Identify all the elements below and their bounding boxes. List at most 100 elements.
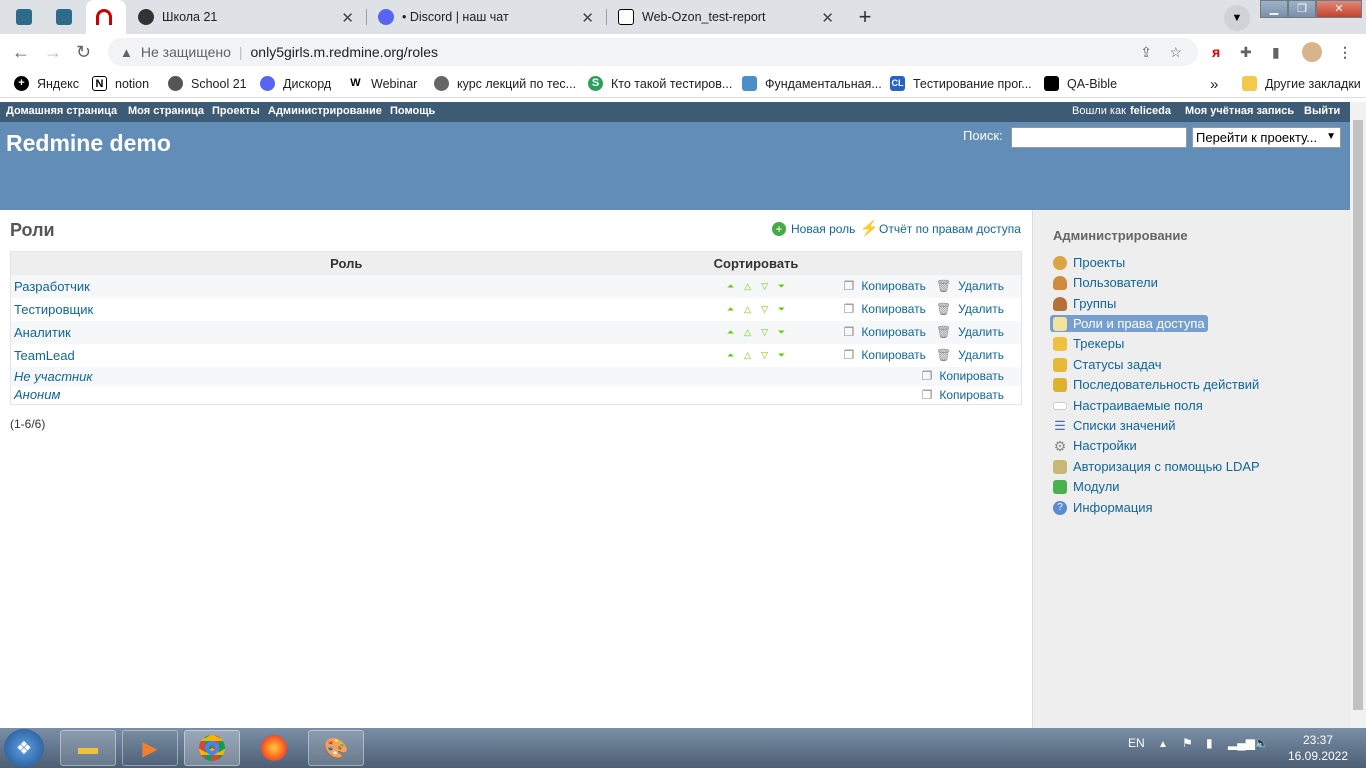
project-jump-select[interactable]: Перейти к проекту... ▼ [1192,127,1341,148]
menu-my-page[interactable]: Моя страница [128,105,204,117]
sidebar-item-settings[interactable]: ⚙ Настройки [1053,438,1137,453]
bookmarks-overflow-button[interactable]: » [1210,76,1218,93]
bookmark-fundamental[interactable]: Фундаментальная... [742,76,882,91]
close-window-button[interactable]: ✕ [1316,0,1362,18]
tab-redmine-1[interactable] [6,0,44,34]
role-link[interactable]: Тестировщик [14,302,93,317]
bookmark-discord[interactable]: Дискорд [260,76,331,91]
site-title[interactable]: Redmine demo [6,130,171,157]
menu-administration[interactable]: Администрирование [268,105,382,117]
move-top-icon[interactable]: ⏶ [726,304,736,315]
minimize-button[interactable]: ▁ [1260,0,1288,18]
role-link[interactable]: Не участник [14,369,93,384]
move-up-icon[interactable]: △ [743,281,753,292]
extensions-puzzle-icon[interactable]: ✚ [1240,44,1252,61]
sidebar-item-groups[interactable]: Группы [1053,296,1116,311]
menu-home[interactable]: Домашняя страница [6,105,117,117]
firefox-taskbar-button[interactable] [246,730,302,766]
copy-button[interactable]: ❐ Копировать [922,388,1004,402]
delete-button[interactable]: 🗑 Удалить [936,302,1004,316]
volume-icon[interactable]: 🔈 [1254,736,1269,750]
menu-my-account[interactable]: Моя учётная запись [1185,105,1294,117]
close-icon[interactable]: ✕ [821,9,834,27]
back-arrow-icon[interactable]: ← [12,42,30,63]
bookmark-tester[interactable]: S Кто такой тестиров... [588,76,732,91]
move-bottom-icon[interactable]: ⏷ [777,327,787,338]
delete-button[interactable]: 🗑 Удалить [936,348,1004,362]
bookmark-testing[interactable]: CL Тестирование прог... [890,76,1032,91]
move-top-icon[interactable]: ⏶ [726,281,736,292]
move-down-icon[interactable]: ▽ [760,304,770,315]
sidebar-item-custom-fields[interactable]: Настраиваемые поля [1053,398,1203,413]
copy-button[interactable]: ❐ Копировать [922,369,1004,383]
tab-search-chevron-icon[interactable]: ▼ [1224,5,1250,31]
tab-redmine-active[interactable] [86,0,126,34]
copy-button[interactable]: ❐ Копировать [844,302,926,316]
bookmark-notion[interactable]: Nnotion [92,76,149,91]
reload-icon[interactable]: ↻ [76,42,91,63]
network-icon[interactable]: ▂▄▆ [1228,736,1255,750]
sidebar-item-roles[interactable]: Роли и права доступа [1050,315,1208,332]
bookmark-webinar[interactable]: W Webinar [348,76,417,91]
close-icon[interactable]: ✕ [341,9,354,27]
chrome-taskbar-button[interactable] [184,730,240,766]
sidebar-item-users[interactable]: Пользователи [1053,275,1158,290]
logged-user-link[interactable]: feliceda [1130,105,1171,117]
permissions-report-link[interactable]: ⚡ Отчёт по правам доступа [860,221,1021,236]
copy-button[interactable]: ❐ Копировать [844,348,926,362]
role-link[interactable]: Аноним [14,387,60,402]
profile-avatar-icon[interactable] [1302,42,1322,62]
battery-icon[interactable]: ▮ [1206,736,1213,750]
maximize-button[interactable]: ❐ [1288,0,1316,18]
sidebar-item-enumerations[interactable]: ☰ Списки значений [1053,418,1175,433]
delete-button[interactable]: 🗑 Удалить [936,279,1004,293]
sidebar-item-workflow[interactable]: Последовательность действий [1053,377,1259,392]
new-tab-button[interactable]: + [852,5,878,31]
move-down-icon[interactable]: ▽ [760,281,770,292]
menu-logout[interactable]: Выйти [1304,105,1340,117]
move-down-icon[interactable]: ▽ [760,350,770,361]
move-up-icon[interactable]: △ [743,304,753,315]
other-bookmarks-button[interactable]: Другие закладки [1242,76,1361,91]
menu-projects[interactable]: Проекты [212,105,260,117]
menu-help[interactable]: Помощь [390,105,435,117]
menu-dots-icon[interactable]: ⋮ [1338,44,1352,61]
move-top-icon[interactable]: ⏶ [726,350,736,361]
role-link[interactable]: Разработчик [14,279,90,294]
yandex-extension-icon[interactable]: я [1212,44,1220,60]
sidebar-item-ldap[interactable]: Авторизация с помощью LDAP [1053,459,1260,474]
share-icon[interactable]: ⇪ [1140,44,1152,61]
start-button[interactable]: ❖ [4,729,44,767]
bookmark-star-icon[interactable]: ☆ [1169,44,1182,61]
move-up-icon[interactable]: △ [743,327,753,338]
system-clock[interactable]: 23:37 16.09.2022 [1278,732,1358,764]
explorer-taskbar-button[interactable]: ▬ [60,730,116,766]
bookmark-qa-bible[interactable]: QA-Bible [1044,76,1117,91]
copy-button[interactable]: ❐ Копировать [844,279,926,293]
tab-notion[interactable]: Web-Ozon_test-report ✕ [608,0,844,34]
move-bottom-icon[interactable]: ⏷ [777,350,787,361]
show-hidden-icons-icon[interactable]: ▲ [1158,739,1168,750]
paint-taskbar-button[interactable]: 🎨 [308,730,364,766]
sidebar-item-issue-statuses[interactable]: Статусы задач [1053,357,1162,372]
action-center-icon[interactable]: ⚑ [1182,736,1193,750]
role-link[interactable]: TeamLead [14,348,75,363]
bookmark-school21[interactable]: School 21 [168,76,247,91]
side-panel-icon[interactable]: ▮ [1272,44,1280,61]
scrollbar-thumb[interactable] [1353,120,1363,710]
search-input[interactable] [1011,127,1187,148]
sidebar-item-info[interactable]: ? Информация [1053,500,1153,515]
media-player-taskbar-button[interactable]: ▶ [122,730,178,766]
bookmark-yandex[interactable]: + Яндекс [14,76,79,91]
move-up-icon[interactable]: △ [743,350,753,361]
move-bottom-icon[interactable]: ⏷ [777,281,787,292]
copy-button[interactable]: ❐ Копировать [844,325,926,339]
move-bottom-icon[interactable]: ⏷ [777,304,787,315]
tab-redmine-2[interactable] [46,0,84,34]
language-indicator[interactable]: EN [1128,736,1145,750]
address-bar[interactable]: ▲ Не защищено | only5girls.m.redmine.org… [108,38,1198,66]
sidebar-item-projects[interactable]: Проекты [1053,255,1125,270]
page-scrollbar[interactable] [1350,102,1366,728]
tab-school21[interactable]: Школа 21 ✕ [128,0,364,34]
new-role-link[interactable]: + Новая роль [772,222,855,236]
